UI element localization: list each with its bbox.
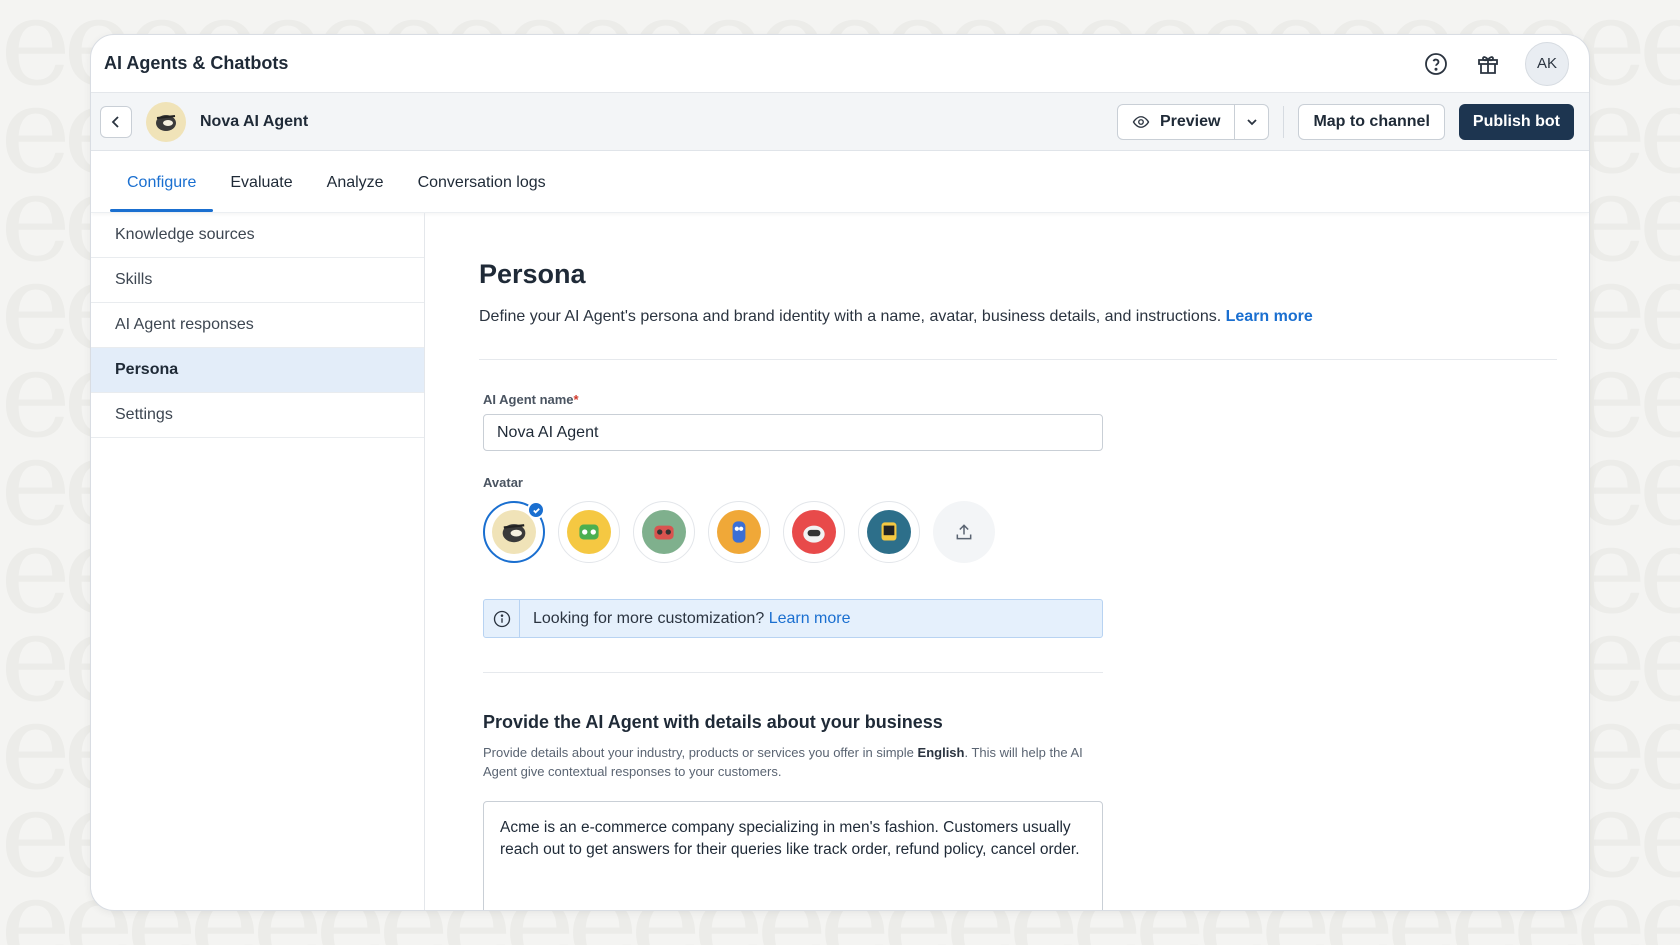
info-icon: [484, 600, 520, 637]
gift-icon[interactable]: [1473, 49, 1503, 79]
bot-avatar: [146, 101, 186, 142]
preview-button[interactable]: Preview: [1118, 105, 1234, 139]
tab-conversation-logs[interactable]: Conversation logs: [401, 174, 563, 212]
bot-name: Nova AI Agent: [200, 112, 309, 130]
info-text: Looking for more customization?: [533, 609, 765, 627]
monitor-robot-icon: [881, 522, 897, 541]
green-robot-icon: [579, 524, 599, 540]
avatar-label: Avatar: [483, 475, 523, 490]
agent-name-label: AI Agent name*: [483, 392, 579, 407]
customization-info-banner: Looking for more customization? Learn mo…: [483, 599, 1103, 638]
sidebar-item-persona[interactable]: Persona: [91, 348, 424, 393]
upload-icon: [956, 524, 972, 540]
check-icon: [527, 501, 545, 519]
divider: [483, 672, 1103, 673]
business-details-textarea[interactable]: Acme is an e-commerce company specializi…: [483, 801, 1103, 910]
bot-toolbar: Nova AI Agent Preview Map to channel Pub…: [91, 93, 1589, 151]
help-icon[interactable]: [1421, 49, 1451, 79]
preview-split-button: Preview: [1116, 103, 1270, 140]
sidebar-item-knowledge-sources[interactable]: Knowledge sources: [91, 213, 424, 258]
learn-more-link[interactable]: Learn more: [1226, 308, 1313, 325]
avatar-option-4[interactable]: [708, 501, 770, 563]
required-mark: *: [573, 392, 579, 407]
tab-analyze[interactable]: Analyze: [310, 174, 401, 212]
avatar-option-5[interactable]: [783, 501, 845, 563]
red-robot-icon: [654, 525, 674, 540]
white-robot-icon: [803, 525, 825, 543]
tab-configure[interactable]: Configure: [110, 174, 214, 212]
app-window: AI Agents & Chatbots AK Nova AI Agent Pr…: [90, 34, 1590, 911]
blue-robot-icon: [732, 521, 746, 543]
sidebar: Knowledge sources Skills AI Agent respon…: [91, 213, 425, 910]
chevron-left-icon: [111, 115, 119, 128]
page-title: Persona: [479, 259, 586, 289]
user-avatar[interactable]: AK: [1525, 41, 1569, 86]
avatar-option-1[interactable]: [483, 501, 545, 563]
sidebar-item-settings[interactable]: Settings: [91, 393, 424, 438]
toolbar-divider: [1283, 105, 1285, 138]
eye-icon: [1132, 115, 1150, 128]
page-description: Define your AI Agent's persona and brand…: [479, 308, 1313, 325]
avatar-option-6[interactable]: [858, 501, 920, 563]
map-to-channel-button[interactable]: Map to channel: [1298, 103, 1445, 140]
business-section-title: Provide the AI Agent with details about …: [483, 712, 943, 732]
top-bar: AI Agents & Chatbots AK: [91, 35, 1589, 93]
divider: [479, 359, 1557, 360]
pirate-bot-icon: [502, 524, 526, 543]
tab-evaluate[interactable]: Evaluate: [213, 174, 309, 212]
upload-avatar-button[interactable]: [933, 501, 995, 563]
avatar-option-3[interactable]: [633, 501, 695, 563]
preview-label: Preview: [1159, 112, 1221, 130]
pirate-bot-icon: [156, 114, 176, 131]
publish-bot-button[interactable]: Publish bot: [1458, 103, 1574, 140]
back-button[interactable]: [100, 105, 132, 138]
agent-name-input[interactable]: Nova AI Agent: [483, 414, 1103, 451]
preview-dropdown-button[interactable]: [1234, 104, 1268, 139]
avatar-option-2[interactable]: [558, 501, 620, 563]
sidebar-item-ai-agent-responses[interactable]: AI Agent responses: [91, 303, 424, 348]
persona-form: AI Agent name* Nova AI Agent Avatar Look…: [483, 392, 1103, 910]
business-help-text: Provide details about your industry, pro…: [483, 745, 1083, 779]
app-title: AI Agents & Chatbots: [104, 53, 289, 73]
avatar-picker: [483, 501, 1103, 563]
chevron-down-icon: [1247, 118, 1257, 125]
info-learn-more-link[interactable]: Learn more: [769, 610, 851, 627]
tab-bar: Configure Evaluate Analyze Conversation …: [91, 151, 1589, 213]
persona-panel: Persona Define your AI Agent's persona a…: [425, 213, 1589, 910]
sidebar-item-skills[interactable]: Skills: [91, 258, 424, 303]
